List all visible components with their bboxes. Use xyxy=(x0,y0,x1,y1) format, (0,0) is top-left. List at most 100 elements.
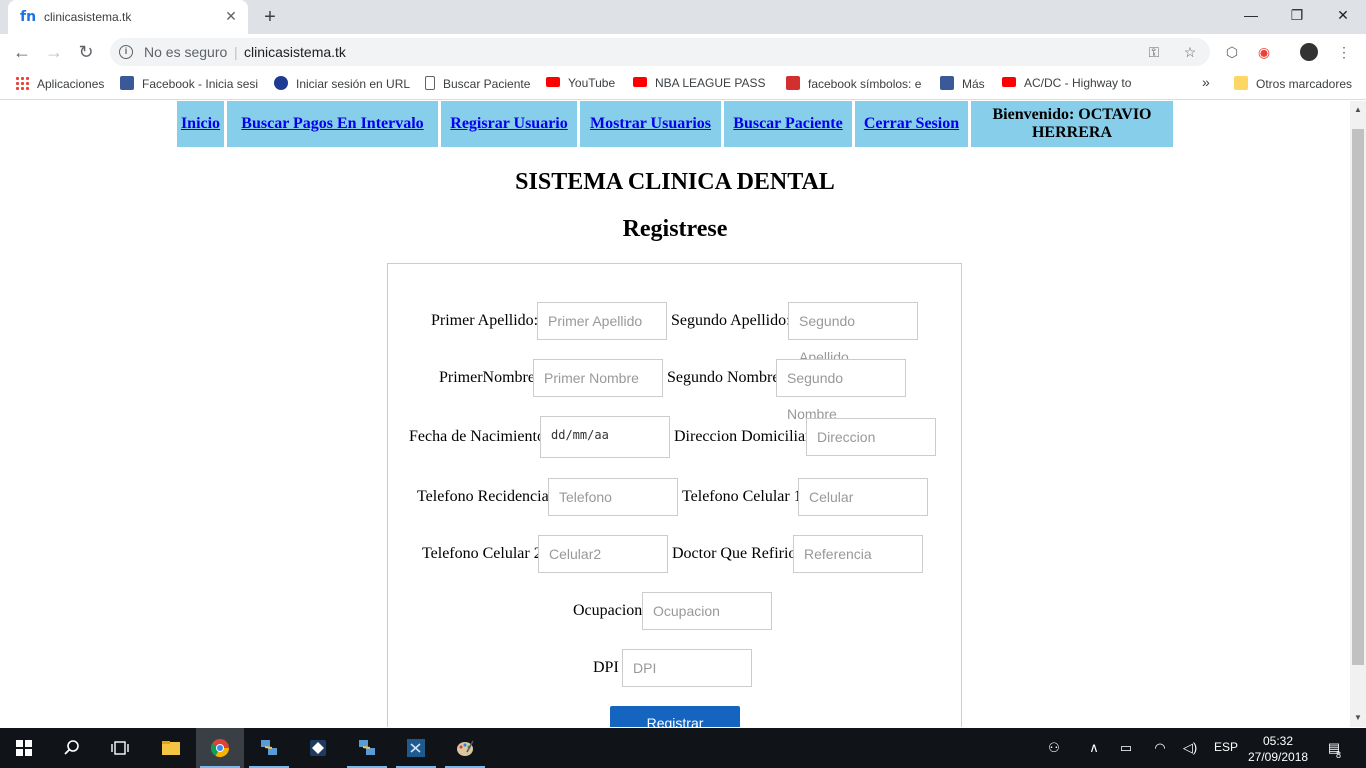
nav-link-registrar-usuario[interactable]: Regisrar Usuario xyxy=(450,115,567,133)
dev-app-button[interactable] xyxy=(294,728,342,768)
scrollbar-thumb[interactable] xyxy=(1352,129,1364,665)
input-fecha-nacimiento[interactable]: dd/mm/aa xyxy=(540,416,670,458)
youtube-icon xyxy=(546,77,560,87)
folder-icon xyxy=(162,741,180,755)
registrar-button[interactable]: Registrar xyxy=(610,706,740,727)
paint-app-button[interactable] xyxy=(441,728,489,768)
star-bookmark-icon[interactable]: ☆ xyxy=(1180,42,1200,62)
bookmark-buscar-paciente[interactable]: Buscar Paciente xyxy=(425,76,530,94)
label-fecha-nacimiento: Fecha de Nacimiento xyxy=(409,428,545,445)
vscode-button[interactable] xyxy=(392,728,440,768)
label-celular-2: Telefono Celular 2 xyxy=(422,545,542,562)
apps-grid-icon xyxy=(15,76,29,90)
welcome-message: Bienvenido: OCTAVIO HERRERA xyxy=(971,101,1173,147)
page-icon xyxy=(425,76,435,90)
input-ocupacion[interactable]: Ocupacion xyxy=(642,592,772,630)
input-direccion[interactable]: Direccion xyxy=(806,418,936,456)
globe-icon xyxy=(274,76,288,90)
scroll-up-arrow-icon[interactable]: ▲ xyxy=(1353,105,1363,115)
back-arrow-icon[interactable]: ← xyxy=(10,40,34,64)
network-app-button-2[interactable] xyxy=(343,728,391,768)
bookmark-apps[interactable]: Aplicaciones xyxy=(15,76,104,94)
url-separator: | xyxy=(234,44,238,60)
input-segundo-apellido[interactable]: Segundo Apellido xyxy=(788,302,918,365)
youtube-icon xyxy=(633,77,647,87)
nav-link-inicio[interactable]: Inicio xyxy=(181,115,220,133)
start-button[interactable] xyxy=(0,728,48,768)
bookmarks-overflow-chevron[interactable]: » xyxy=(1202,74,1210,92)
bookmark-nba[interactable]: NBA LEAGUE PASS H xyxy=(633,76,767,94)
chevron-up-icon[interactable]: ∧ xyxy=(1084,738,1104,758)
restore-button[interactable]: ❐ xyxy=(1274,0,1320,30)
info-icon[interactable]: i xyxy=(119,45,133,59)
people-icon[interactable]: ⚇ xyxy=(1044,738,1064,758)
label-segundo-apellido: Segundo Apellido: xyxy=(671,312,791,329)
bookmark-facebook-simbolos[interactable]: facebook símbolos: e xyxy=(786,76,922,94)
security-indicator: No es seguro xyxy=(144,44,228,60)
search-button[interactable] xyxy=(48,728,96,768)
chrome-icon xyxy=(211,739,229,758)
battery-icon[interactable]: ▭ xyxy=(1116,738,1136,758)
bolt-icon xyxy=(786,76,800,90)
label-segundo-nombre: Segundo Nombre xyxy=(667,369,780,386)
bookmark-youtube[interactable]: YouTube xyxy=(546,76,615,94)
language-indicator[interactable]: ESP xyxy=(1214,740,1238,754)
input-celular-2[interactable]: Celular2 xyxy=(538,535,668,573)
scroll-down-arrow-icon[interactable]: ▼ xyxy=(1353,713,1363,723)
nav-item-buscar-paciente: Buscar Paciente xyxy=(724,101,852,147)
nav-link-mostrar-usuarios[interactable]: Mostrar Usuarios xyxy=(590,115,711,133)
browser-tab[interactable]: fn clinicasistema.tk ✕ xyxy=(8,0,248,34)
nav-link-cerrar-sesion[interactable]: Cerrar Sesion xyxy=(864,115,959,133)
nav-link-buscar-paciente[interactable]: Buscar Paciente xyxy=(733,115,842,133)
profile-avatar[interactable] xyxy=(1300,43,1318,61)
welcome-line-1: Bienvenido: OCTAVIO xyxy=(992,106,1152,123)
key-icon[interactable]: ⚿ xyxy=(1144,42,1164,62)
tab-close-icon[interactable]: ✕ xyxy=(222,7,240,25)
forward-arrow-icon[interactable]: → xyxy=(42,40,66,64)
youtube-icon xyxy=(1002,77,1016,87)
new-tab-button[interactable]: + xyxy=(258,5,282,29)
nav-item-inicio: Inicio xyxy=(177,101,224,147)
bookmark-mas[interactable]: Más xyxy=(940,76,985,94)
page-scrollbar[interactable]: ▲ ▼ xyxy=(1350,101,1366,727)
system-clock[interactable]: 05:32 27/09/2018 xyxy=(1248,733,1308,765)
input-primer-nombre[interactable]: Primer Nombre xyxy=(533,359,663,397)
bookmarks-bar: Aplicaciones Facebook - Inicia sesi Inic… xyxy=(0,70,1366,100)
input-celular-1[interactable]: Celular xyxy=(798,478,928,516)
nav-item-buscar-pagos: Buscar Pagos En Intervalo xyxy=(227,101,438,147)
task-view-button[interactable] xyxy=(96,728,144,768)
facebook-icon xyxy=(940,76,954,90)
extension-record-icon[interactable]: ◉ xyxy=(1254,42,1274,62)
search-icon xyxy=(64,740,79,755)
label-dpi: DPI xyxy=(593,659,619,676)
input-primer-apellido[interactable]: Primer Apellido xyxy=(537,302,667,340)
label-primer-apellido: Primer Apellido: xyxy=(431,312,539,329)
notification-count: 8 xyxy=(1336,750,1342,760)
volume-icon[interactable]: ◁) xyxy=(1180,738,1200,758)
clock-time: 05:32 xyxy=(1262,734,1294,748)
label-telefono-residencial: Telefono Recidencial xyxy=(417,488,554,505)
windows-logo-icon xyxy=(16,740,32,756)
chrome-taskbar-button[interactable] xyxy=(196,728,244,768)
minimize-button[interactable]: — xyxy=(1228,0,1274,30)
input-segundo-nombre[interactable]: Segundo Nombre xyxy=(776,359,906,422)
menu-kebab-icon[interactable]: ⋮ xyxy=(1334,42,1354,62)
extension-cube-icon[interactable]: ⬡ xyxy=(1222,42,1242,62)
address-bar[interactable]: i No es seguro | clinicasistema.tk ⚿ ☆ xyxy=(110,38,1210,66)
input-referencia[interactable]: Referencia xyxy=(793,535,923,573)
bookmark-acdc[interactable]: AC/DC - Highway to xyxy=(1002,76,1138,94)
input-telefono[interactable]: Telefono xyxy=(548,478,678,516)
label-primer-nombre: PrimerNombre xyxy=(439,369,535,386)
network-app-button-1[interactable] xyxy=(245,728,293,768)
nav-link-buscar-pagos[interactable]: Buscar Pagos En Intervalo xyxy=(241,115,423,133)
bookmark-facebook[interactable]: Facebook - Inicia sesi xyxy=(120,76,258,94)
bookmark-other-folder[interactable]: Otros marcadores xyxy=(1234,76,1352,94)
window-close-button[interactable]: ✕ xyxy=(1320,0,1366,30)
reload-icon[interactable]: ↻ xyxy=(74,40,98,64)
tab-favicon-icon: fn xyxy=(20,9,37,25)
wifi-icon[interactable]: ◠ xyxy=(1150,738,1170,758)
url-text[interactable]: clinicasistema.tk xyxy=(244,44,346,60)
input-dpi[interactable]: DPI xyxy=(622,649,752,687)
file-explorer-button[interactable] xyxy=(147,728,195,768)
bookmark-iniciar-sesion[interactable]: Iniciar sesión en URL xyxy=(274,76,410,94)
